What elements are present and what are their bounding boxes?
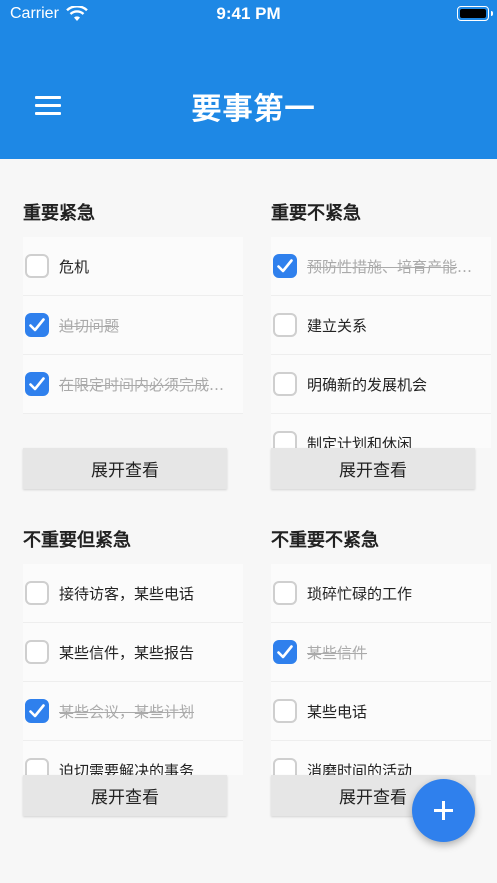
quadrant-not-important-urgent: 不重要但紧急接待访客，某些电话 某些信件，某些报告 某些会议，某些计划迫切需要解决的… <box>23 526 243 826</box>
task-item[interactable]: 某些信件 <box>271 623 491 682</box>
page-title: 要事第一 <box>191 92 316 127</box>
task-item[interactable]: 制定计划和休闲 <box>271 414 491 448</box>
checkbox-icon[interactable] <box>273 431 297 448</box>
task-list: 危机迫切问题在限定时间内必须完成的任务 <box>23 237 243 448</box>
checked-checkbox-icon[interactable] <box>273 640 297 664</box>
task-label: 接待访客，某些电话 <box>59 584 195 603</box>
quadrant-not-important-not-urgent: 不重要不紧急 琐碎忙碌的工作 某些信件 某些电话 消磨时间的活动 展开查看 <box>271 526 491 826</box>
expand-button[interactable]: 展开查看 <box>23 448 227 489</box>
checkbox-icon[interactable] <box>25 640 49 664</box>
task-label: 迫切问题 <box>59 316 120 335</box>
checked-checkbox-icon[interactable] <box>25 699 49 723</box>
task-item[interactable]: 建立关系 <box>271 296 491 355</box>
task-label: 建立关系 <box>307 316 368 335</box>
quadrant-important-not-urgent: 重要不紧急预防性措施、培育产能的活动 建立关系明确新的发展机会制定计划和休闲 展开查… <box>271 199 491 499</box>
task-item[interactable]: 接待访客，某些电话 <box>23 564 243 623</box>
task-list: 预防性措施、培育产能的活动 建立关系明确新的发展机会制定计划和休闲 <box>271 237 491 448</box>
quadrant-important-urgent: 重要紧急危机迫切问题在限定时间内必须完成的任务展开查看 <box>23 199 243 499</box>
task-label: 在限定时间内必须完成的任务 <box>59 375 235 394</box>
checkbox-icon[interactable] <box>273 758 297 775</box>
task-item[interactable]: 明确新的发展机会 <box>271 355 491 414</box>
task-item[interactable]: 在限定时间内必须完成的任务 <box>23 355 243 414</box>
task-item[interactable]: 迫切需要解决的事务 <box>23 741 243 775</box>
checked-checkbox-icon[interactable] <box>273 254 297 278</box>
task-item[interactable]: 预防性措施、培育产能的活动 <box>271 237 491 296</box>
task-item[interactable]: 琐碎忙碌的工作 <box>271 564 491 623</box>
task-label: 琐碎忙碌的工作 <box>307 584 413 603</box>
task-label: 制定计划和休闲 <box>307 434 413 449</box>
checked-checkbox-icon[interactable] <box>25 313 49 337</box>
quadrant-title: 重要紧急 <box>23 203 95 224</box>
checkbox-icon[interactable] <box>25 758 49 775</box>
task-label: 迫切需要解决的事务 <box>59 761 195 776</box>
task-label: 危机 <box>59 257 90 276</box>
battery-icon <box>457 6 493 21</box>
checkbox-icon[interactable] <box>273 372 297 396</box>
checkbox-icon[interactable] <box>273 699 297 723</box>
quadrant-title: 重要不紧急 <box>271 203 361 224</box>
expand-button[interactable]: 展开查看 <box>23 775 227 816</box>
status-bar: Carrier 9:41 PM <box>0 0 497 30</box>
task-item[interactable]: 消磨时间的活动 <box>271 741 491 775</box>
task-label: 明确新的发展机会 <box>307 375 428 394</box>
task-item[interactable]: 某些会议，某些计划 <box>23 682 243 741</box>
task-label: 某些信件 <box>307 643 368 662</box>
task-label: 消磨时间的活动 <box>307 761 413 776</box>
checkbox-icon[interactable] <box>25 581 49 605</box>
quadrant-title: 不重要但紧急 <box>23 530 131 551</box>
expand-button[interactable]: 展开查看 <box>271 448 475 489</box>
checkbox-icon[interactable] <box>273 581 297 605</box>
task-item[interactable]: 迫切问题 <box>23 296 243 355</box>
checkbox-icon[interactable] <box>25 254 49 278</box>
task-item[interactable]: 某些电话 <box>271 682 491 741</box>
task-list: 接待访客，某些电话 某些信件，某些报告 某些会议，某些计划迫切需要解决的事务 <box>23 564 243 775</box>
task-label: 预防性措施、培育产能的活动 <box>307 257 483 276</box>
checkbox-icon[interactable] <box>273 313 297 337</box>
task-label: 某些电话 <box>307 702 368 721</box>
task-item[interactable]: 危机 <box>23 237 243 296</box>
checked-checkbox-icon[interactable] <box>25 372 49 396</box>
status-time: 9:41 PM <box>216 4 281 23</box>
quadrant-title: 不重要不紧急 <box>271 530 379 551</box>
task-list: 琐碎忙碌的工作 某些信件某些电话消磨时间的活动 <box>271 564 491 775</box>
add-task-button[interactable] <box>412 779 475 842</box>
app-header: Carrier 9:41 PM 要事第一 <box>0 0 497 159</box>
task-label: 某些会议，某些计划 <box>59 702 195 721</box>
task-label: 某些信件，某些报告 <box>59 643 195 662</box>
task-item[interactable]: 某些信件，某些报告 <box>23 623 243 682</box>
